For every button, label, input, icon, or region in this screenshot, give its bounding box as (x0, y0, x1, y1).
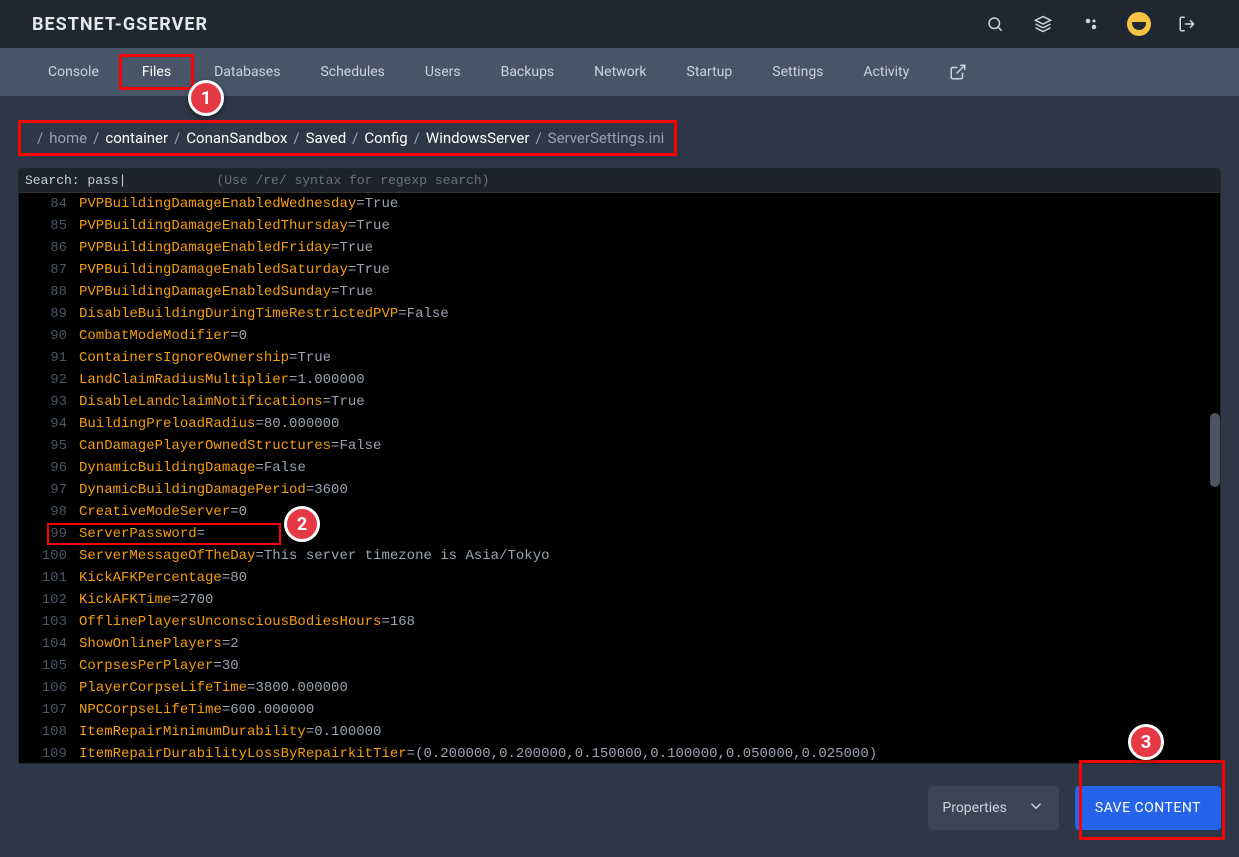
crumb-home[interactable]: home (49, 129, 87, 147)
search-label: Search: (25, 173, 80, 188)
file-editor: Search: pass| (Use /re/ syntax for regex… (18, 168, 1221, 764)
code-line[interactable]: 103OfflinePlayersUnconsciousBodiesHours=… (19, 611, 1220, 633)
server-title: BESTNET-GSERVER (32, 14, 208, 35)
tab-files[interactable]: Files (119, 54, 194, 90)
tab-settings[interactable]: Settings (752, 48, 843, 96)
breadcrumb: /home/container/ConanSandbox/Saved/Confi… (18, 120, 677, 156)
code-line[interactable]: 94BuildingPreloadRadius=80.000000 (19, 413, 1220, 435)
code-line[interactable]: 107NPCCorpseLifeTime=600.000000 (19, 699, 1220, 721)
code-line[interactable]: 85PVPBuildingDamageEnabledThursday=True (19, 215, 1220, 237)
code-line[interactable]: 104ShowOnlinePlayers=2 (19, 633, 1220, 655)
syntax-select[interactable]: Properties (928, 786, 1058, 830)
nav-tabs: ConsoleFilesDatabasesSchedulesUsersBacku… (0, 48, 1239, 96)
annotation-1: 1 (188, 80, 224, 116)
logout-icon[interactable] (1167, 4, 1207, 44)
syntax-select-label: Properties (942, 800, 1006, 816)
crumb-container[interactable]: container (105, 129, 168, 147)
scrollbar-thumb[interactable] (1210, 413, 1220, 487)
editor-search-bar[interactable]: Search: pass| (Use /re/ syntax for regex… (19, 169, 1220, 193)
crumb-serversettings.ini: ServerSettings.ini (548, 129, 665, 147)
code-line[interactable]: 102KickAFKTime=2700 (19, 589, 1220, 611)
code-line[interactable]: 91ContainersIgnoreOwnership=True (19, 347, 1220, 369)
code-line[interactable]: 99ServerPassword= (19, 523, 1220, 545)
code-line[interactable]: 88PVPBuildingDamageEnabledSunday=True (19, 281, 1220, 303)
save-content-button[interactable]: SAVE CONTENT (1075, 786, 1221, 830)
code-area[interactable]: 84PVPBuildingDamageEnabledWednesday=True… (19, 193, 1220, 763)
code-line[interactable]: 87PVPBuildingDamageEnabledSaturday=True (19, 259, 1220, 281)
layers-icon[interactable] (1023, 4, 1063, 44)
code-line[interactable]: 109ItemRepairDurabilityLossByRepairkitTi… (19, 743, 1220, 763)
app-header: BESTNET-GSERVER (0, 0, 1239, 48)
search-icon[interactable] (975, 4, 1015, 44)
code-line[interactable]: 95CanDamagePlayerOwnedStructures=False (19, 435, 1220, 457)
code-line[interactable]: 105CorpsesPerPlayer=30 (19, 655, 1220, 677)
code-line[interactable]: 92LandClaimRadiusMultiplier=1.000000 (19, 369, 1220, 391)
code-line[interactable]: 86PVPBuildingDamageEnabledFriday=True (19, 237, 1220, 259)
tab-activity[interactable]: Activity (843, 48, 929, 96)
tab-schedules[interactable]: Schedules (300, 48, 404, 96)
external-link-icon[interactable] (929, 48, 987, 96)
code-line[interactable]: 84PVPBuildingDamageEnabledWednesday=True (19, 193, 1220, 215)
tab-backups[interactable]: Backups (481, 48, 575, 96)
code-line[interactable]: 98CreativeModeServer=0 (19, 501, 1220, 523)
crumb-conansandbox[interactable]: ConanSandbox (186, 129, 287, 147)
code-line[interactable]: 100ServerMessageOfTheDay=This server tim… (19, 545, 1220, 567)
search-hint: (Use /re/ syntax for regexp search) (216, 173, 489, 188)
code-line[interactable]: 93DisableLandclaimNotifications=True (19, 391, 1220, 413)
search-value[interactable]: pass| (87, 173, 126, 188)
annotation-3: 3 (1128, 724, 1164, 760)
code-line[interactable]: 101KickAFKPercentage=80 (19, 567, 1220, 589)
footer-actions: Properties SAVE CONTENT (928, 786, 1221, 830)
code-line[interactable]: 89DisableBuildingDuringTimeRestrictedPVP… (19, 303, 1220, 325)
crumb-windowsserver[interactable]: WindowsServer (426, 129, 530, 147)
crumb-config[interactable]: Config (364, 129, 407, 147)
annotation-2: 2 (284, 506, 320, 542)
code-line[interactable]: 90CombatModeModifier=0 (19, 325, 1220, 347)
tab-network[interactable]: Network (574, 48, 666, 96)
tab-console[interactable]: Console (28, 48, 119, 96)
avatar[interactable] (1119, 4, 1159, 44)
tab-startup[interactable]: Startup (667, 48, 753, 96)
chevron-down-icon (1027, 797, 1045, 819)
gear-icon[interactable] (1071, 4, 1111, 44)
code-line[interactable]: 96DynamicBuildingDamage=False (19, 457, 1220, 479)
tab-users[interactable]: Users (405, 48, 481, 96)
crumb-saved[interactable]: Saved (306, 129, 347, 147)
code-line[interactable]: 106PlayerCorpseLifeTime=3800.000000 (19, 677, 1220, 699)
code-line[interactable]: 97DynamicBuildingDamagePeriod=3600 (19, 479, 1220, 501)
code-line[interactable]: 108ItemRepairMinimumDurability=0.100000 (19, 721, 1220, 743)
